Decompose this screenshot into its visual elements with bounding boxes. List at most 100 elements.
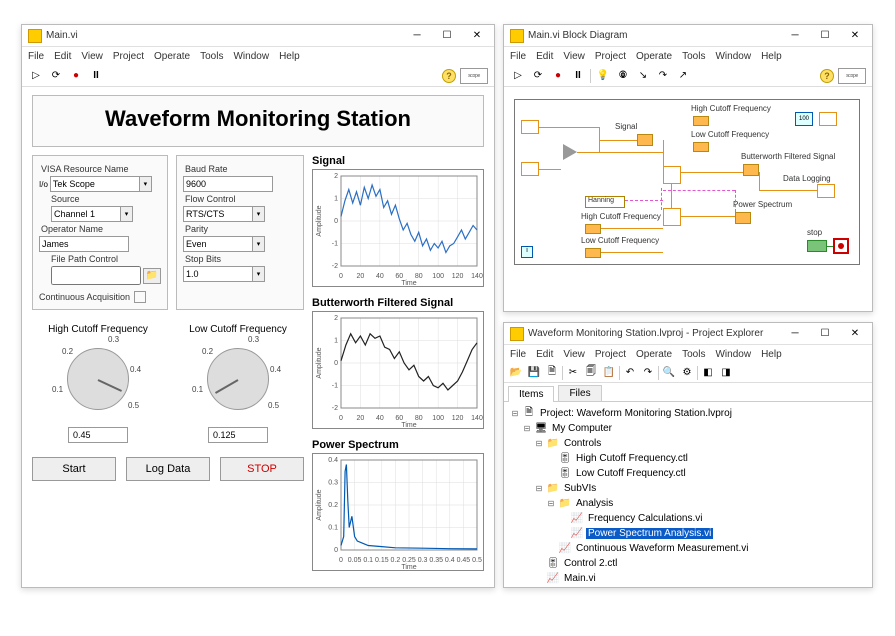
menu-tools[interactable]: Tools (682, 51, 705, 62)
tree-cwm[interactable]: Continuous Waveform Measurement.vi (574, 543, 750, 554)
menu-file[interactable]: File (510, 349, 526, 360)
flow-input[interactable] (183, 206, 253, 222)
menu-help[interactable]: Help (279, 51, 300, 62)
retain-icon[interactable]: 🞋 (615, 68, 631, 84)
highlight-icon[interactable]: 💡 (595, 68, 611, 84)
scope-icon[interactable]: scope (838, 68, 866, 84)
logdata-button[interactable]: Log Data (126, 457, 210, 481)
tree-ctrl2[interactable]: Control 2.ctl (562, 558, 619, 569)
tree-mycomputer[interactable]: My Computer (550, 423, 614, 434)
baud-input[interactable] (183, 176, 273, 192)
saveall-icon[interactable]: 🗎 (544, 365, 560, 381)
operator-input[interactable] (39, 236, 129, 252)
low-cutoff-value[interactable] (208, 427, 268, 443)
power-spectrum-indicator[interactable] (735, 212, 751, 224)
menu-file[interactable]: File (28, 51, 44, 62)
scope-icon[interactable]: scope (460, 68, 488, 84)
maximize-icon[interactable]: ☐ (814, 28, 836, 44)
menu-project[interactable]: Project (595, 51, 626, 62)
menu-operate[interactable]: Operate (636, 51, 672, 62)
run-button[interactable]: ▷ (510, 68, 526, 84)
visa-input[interactable] (50, 176, 140, 192)
twisty-icon[interactable]: ⊟ (510, 409, 520, 419)
menu-edit[interactable]: Edit (536, 51, 553, 62)
menu-project[interactable]: Project (113, 51, 144, 62)
close-icon[interactable]: ✕ (844, 28, 866, 44)
start-button[interactable]: Start (32, 457, 116, 481)
tree-main[interactable]: Main.vi (562, 573, 598, 584)
menu-view[interactable]: View (563, 349, 585, 360)
menu-window[interactable]: Window (715, 51, 751, 62)
help-icon[interactable]: ? (820, 69, 834, 83)
subvi-icon[interactable] (563, 144, 577, 160)
tree-subvis[interactable]: SubVIs (562, 483, 598, 494)
dropdown-icon[interactable]: ▾ (253, 266, 265, 282)
high-cutoff-value[interactable] (68, 427, 128, 443)
hcf-terminal[interactable] (693, 116, 709, 126)
menu-project[interactable]: Project (595, 349, 626, 360)
menu-window[interactable]: Window (233, 51, 269, 62)
stop-terminal[interactable] (807, 240, 827, 252)
spectrum-node[interactable] (663, 208, 681, 226)
tree-lcf-ctl[interactable]: Low Cutoff Frequency.ctl (574, 468, 688, 479)
minimize-icon[interactable]: ─ (406, 28, 428, 44)
menu-tools[interactable]: Tools (200, 51, 223, 62)
iteration-terminal[interactable]: i (521, 246, 533, 258)
tree-analysis[interactable]: Analysis (574, 498, 615, 509)
menu-file[interactable]: File (510, 51, 526, 62)
datalog-node[interactable] (817, 184, 835, 198)
menu-operate[interactable]: Operate (154, 51, 190, 62)
pause-button[interactable]: II (570, 68, 586, 84)
signal-indicator[interactable] (637, 134, 653, 146)
dropdown-icon[interactable]: ▾ (253, 206, 265, 222)
sub-node[interactable] (819, 112, 837, 126)
copy-icon[interactable]: 🗐 (583, 365, 599, 381)
close-icon[interactable]: ✕ (844, 326, 866, 342)
maximize-icon[interactable]: ☐ (814, 326, 836, 342)
step-out-icon[interactable]: ↗ (675, 68, 691, 84)
run-button[interactable]: ▷ (28, 68, 44, 84)
dropdown-icon[interactable]: ▾ (121, 206, 133, 222)
tree-freqcalc[interactable]: Frequency Calculations.vi (586, 513, 705, 524)
abort-button[interactable]: ● (550, 68, 566, 84)
menu-window[interactable]: Window (715, 349, 751, 360)
redo-icon[interactable]: ↷ (640, 365, 656, 381)
close-icon[interactable]: ✕ (466, 28, 488, 44)
stopbits-input[interactable] (183, 266, 253, 282)
stop-button[interactable]: STOP (220, 457, 304, 481)
menu-help[interactable]: Help (761, 51, 782, 62)
undo-icon[interactable]: ↶ (622, 365, 638, 381)
save-icon[interactable]: 💾 (526, 365, 542, 381)
tree-hcf-ctl[interactable]: High Cutoff Frequency.ctl (574, 453, 690, 464)
config-icon[interactable]: ⚙ (679, 365, 695, 381)
visa-terminal[interactable] (521, 120, 539, 134)
dropdown-icon[interactable]: ▾ (253, 236, 265, 252)
filepath-input[interactable] (51, 266, 141, 285)
maximize-icon[interactable]: ☐ (436, 28, 458, 44)
step-into-icon[interactable]: ↘ (635, 68, 651, 84)
lcf-terminal[interactable] (693, 142, 709, 152)
twisty-icon[interactable]: ⊟ (534, 439, 544, 449)
bws-indicator[interactable] (743, 164, 759, 176)
minimize-icon[interactable]: ─ (784, 28, 806, 44)
low-cutoff-knob[interactable]: 0.1 0.2 0.3 0.4 0.5 (198, 339, 278, 419)
twisty-icon[interactable]: ⊟ (546, 499, 556, 509)
menu-help[interactable]: Help (761, 349, 782, 360)
step-over-icon[interactable]: ↷ (655, 68, 671, 84)
menu-view[interactable]: View (563, 51, 585, 62)
constant-100[interactable]: 100 (795, 112, 813, 126)
tab-items[interactable]: Items (508, 386, 554, 402)
source-input[interactable] (51, 206, 121, 222)
twisty-icon[interactable]: ⊟ (522, 424, 532, 434)
tree-root[interactable]: Project: Waveform Monitoring Station.lvp… (538, 408, 734, 419)
dropdown-icon[interactable]: ▾ (140, 176, 152, 192)
find-icon[interactable]: 🔍 (661, 365, 677, 381)
minimize-icon[interactable]: ─ (784, 326, 806, 342)
run-continuous-button[interactable]: ⟳ (48, 68, 64, 84)
cut-icon[interactable]: ✂ (565, 365, 581, 381)
menu-edit[interactable]: Edit (536, 349, 553, 360)
menu-tools[interactable]: Tools (682, 349, 705, 360)
cluster-terminal[interactable] (521, 162, 539, 176)
run-continuous-button[interactable]: ⟳ (530, 68, 546, 84)
pause-button[interactable]: II (88, 68, 104, 84)
